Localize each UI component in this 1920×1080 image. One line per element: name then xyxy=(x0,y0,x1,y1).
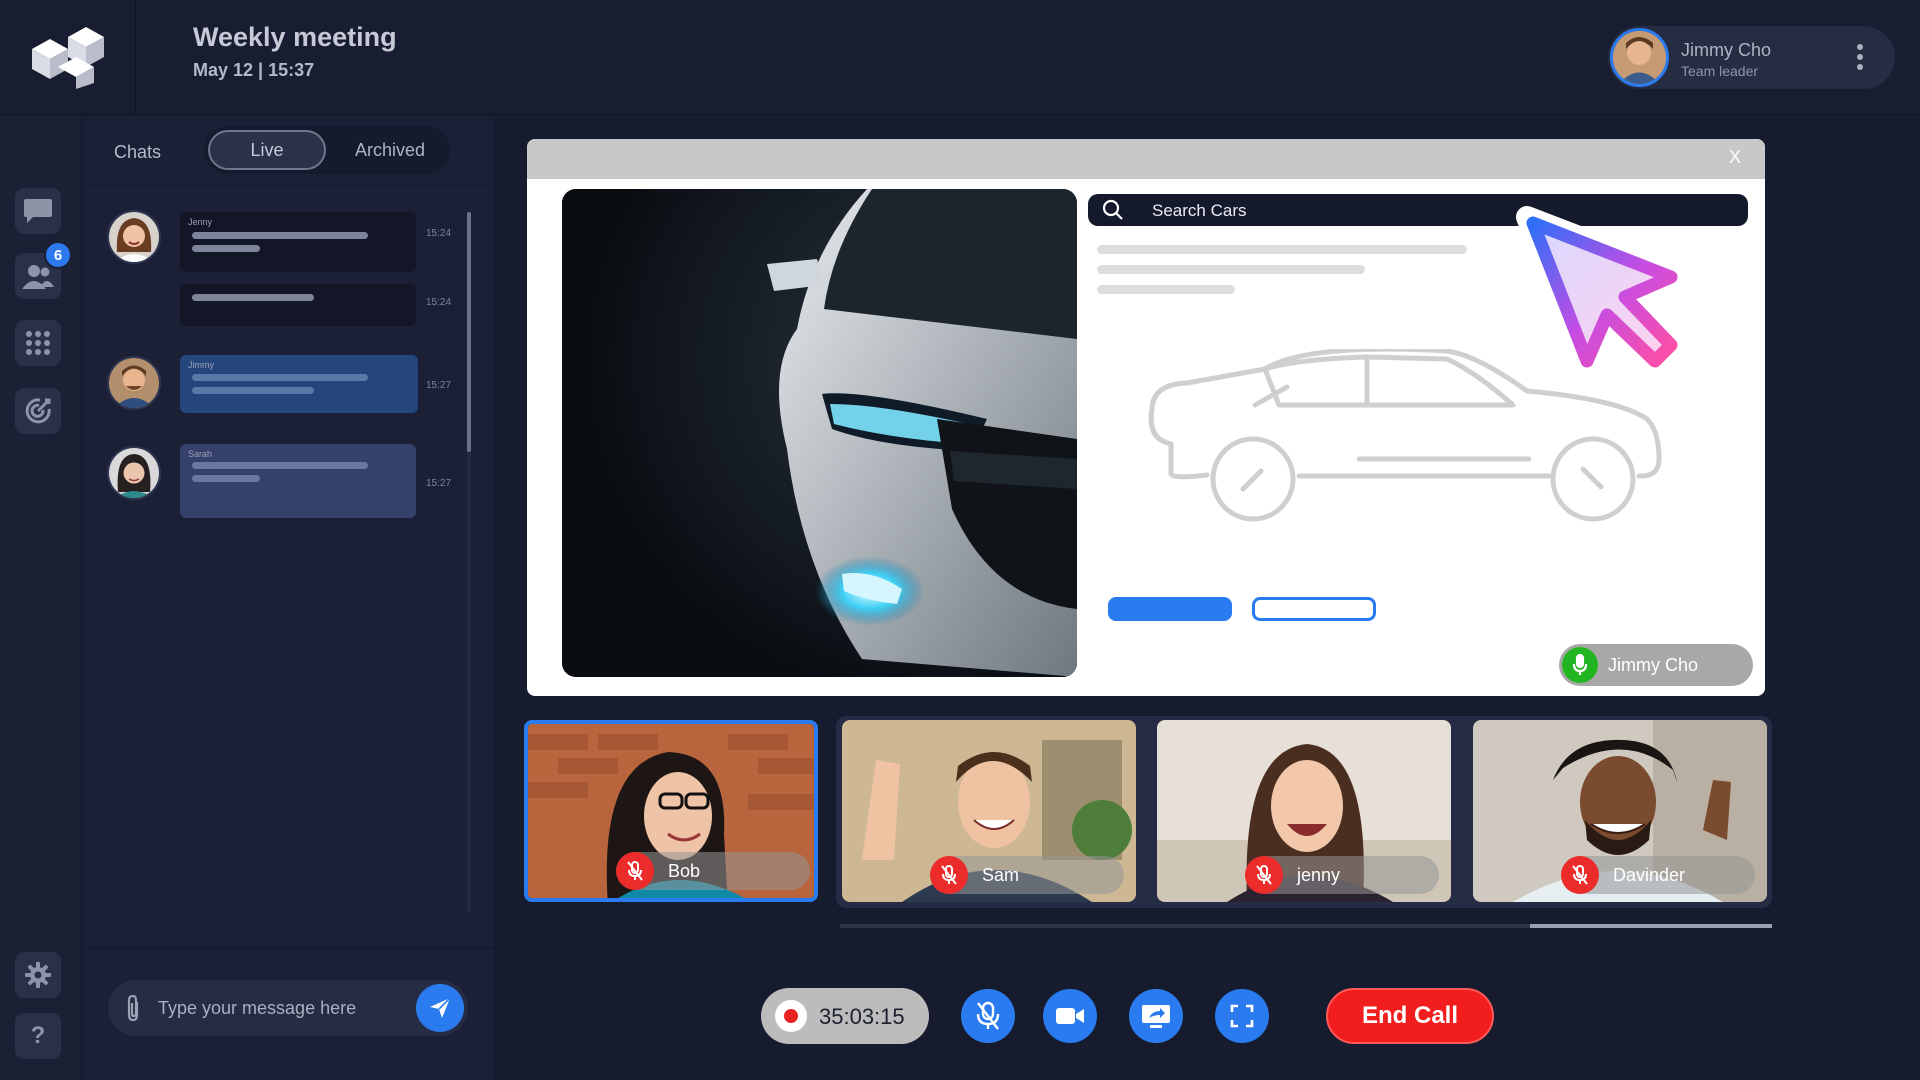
shared-screen-titlebar: X xyxy=(527,139,1765,179)
chat-filter-toggle: Live Archived xyxy=(204,126,450,174)
gear-icon xyxy=(25,962,51,988)
message-sender: Jimmy xyxy=(188,360,214,370)
bottom-divider xyxy=(494,948,1920,949)
screen-share-button[interactable] xyxy=(1129,989,1183,1043)
attach-button[interactable] xyxy=(124,994,142,1027)
meeting-title: Weekly meeting xyxy=(193,22,397,52)
composer-area: Type your message here xyxy=(82,948,494,1080)
participant-tile[interactable]: Bob xyxy=(524,720,818,902)
active-speaker-name: Jimmy Cho xyxy=(1608,655,1699,675)
send-button[interactable] xyxy=(416,984,464,1032)
participant-tile[interactable]: Sam xyxy=(842,720,1136,902)
participants-scrollbar[interactable] xyxy=(840,924,1772,928)
tab-live[interactable]: Live xyxy=(208,130,326,170)
participant-name: Davinder xyxy=(1613,865,1686,885)
participant-name: Bob xyxy=(668,861,701,881)
fullscreen-button[interactable] xyxy=(1215,989,1269,1043)
participant-label: Sam xyxy=(930,856,1124,894)
chat-icon xyxy=(24,199,52,223)
mic-on-icon xyxy=(1562,647,1598,683)
tab-archived[interactable]: Archived xyxy=(340,130,440,170)
placeholder-line xyxy=(1097,245,1467,254)
rail-chat-button[interactable] xyxy=(15,188,61,234)
avatar-sarah[interactable] xyxy=(107,446,161,500)
user-name: Jimmy Cho xyxy=(1681,40,1772,60)
message-bubble[interactable]: Jimmy xyxy=(180,355,418,413)
message-bubble[interactable]: Sarah xyxy=(180,444,416,518)
car-photo xyxy=(562,189,1077,677)
end-call-button[interactable]: End Call xyxy=(1326,988,1494,1044)
screen-share-icon xyxy=(1142,1005,1170,1028)
mic-muted-icon[interactable] xyxy=(1245,856,1283,894)
rail-help-button[interactable]: ? xyxy=(15,1013,61,1059)
close-icon[interactable]: X xyxy=(1729,147,1741,168)
tab-chats[interactable]: Chats xyxy=(114,142,161,163)
participant-name: jenny xyxy=(1297,865,1341,885)
user-avatar[interactable] xyxy=(1610,28,1669,87)
avatar-jimmy[interactable] xyxy=(107,356,161,410)
help-icon: ? xyxy=(30,1022,46,1049)
message-bubble[interactable]: Jenny xyxy=(180,212,416,272)
participant-name: Sam xyxy=(982,865,1020,885)
chat-scrollbar[interactable] xyxy=(467,212,471,912)
participant-tile[interactable]: Davinder xyxy=(1473,720,1767,902)
active-speaker-tag: Jimmy Cho xyxy=(1559,644,1753,686)
secondary-placeholder-button[interactable] xyxy=(1252,597,1376,621)
message-time: 15:24 xyxy=(426,228,452,239)
top-bar: Weekly meeting May 12 | 15:37 Jimmy Cho … xyxy=(0,0,1920,115)
participant-label: Bob xyxy=(616,852,810,890)
meeting-date-time: May 12 | 15:37 xyxy=(193,60,315,80)
mic-muted-icon[interactable] xyxy=(930,856,968,894)
user-profile-card[interactable]: Jimmy Cho Team leader xyxy=(1608,26,1895,89)
mic-muted-icon[interactable] xyxy=(1561,856,1599,894)
mic-muted-icon[interactable] xyxy=(616,852,654,890)
call-timer: 35:03:15 xyxy=(819,1004,905,1029)
message-sender: Jenny xyxy=(188,217,213,227)
mute-button[interactable] xyxy=(961,989,1015,1043)
chat-scrollbar-thumb[interactable] xyxy=(467,212,471,452)
video-camera-icon xyxy=(1056,1008,1084,1024)
fullscreen-icon xyxy=(1230,1004,1254,1028)
participants-scrollbar-thumb[interactable] xyxy=(1530,924,1772,928)
participant-tile[interactable]: jenny xyxy=(1157,720,1451,902)
logo-icon xyxy=(31,26,104,89)
camera-button[interactable] xyxy=(1043,989,1097,1043)
participant-label: jenny xyxy=(1245,856,1439,894)
rail-dialpad-button[interactable] xyxy=(15,320,61,366)
target-icon xyxy=(25,398,51,424)
message-time: 15:27 xyxy=(426,478,452,489)
dialpad-icon xyxy=(26,331,50,355)
paperclip-icon xyxy=(127,994,139,1022)
contacts-icon xyxy=(22,265,54,289)
more-options-icon[interactable] xyxy=(1857,44,1863,70)
rail-settings-button[interactable] xyxy=(15,952,61,998)
placeholder-line xyxy=(1097,285,1235,294)
message-time: 15:27 xyxy=(426,380,452,391)
search-icon xyxy=(1102,199,1124,226)
message-bubble[interactable] xyxy=(180,284,416,326)
participant-label: Davinder xyxy=(1561,856,1755,894)
message-input[interactable]: Type your message here xyxy=(158,998,356,1019)
app-logo[interactable] xyxy=(0,0,136,115)
message-sender: Sarah xyxy=(188,449,213,459)
cursor-arrow-icon xyxy=(1516,206,1694,384)
mic-off-icon xyxy=(976,1001,1000,1030)
user-role: Team leader xyxy=(1681,63,1759,79)
message-composer[interactable]: Type your message here xyxy=(108,980,468,1036)
chat-tabs: Chats Live Archived xyxy=(82,116,494,186)
primary-placeholder-button[interactable] xyxy=(1108,597,1232,621)
placeholder-line xyxy=(1097,265,1365,274)
message-time: 15:24 xyxy=(426,297,452,308)
chat-panel: Chats Live Archived Jenny 15:24 15:24 Ji… xyxy=(82,116,494,1080)
recording-timer[interactable]: 35:03:15 xyxy=(761,988,929,1044)
rail-target-button[interactable] xyxy=(15,388,61,434)
contacts-badge: 6 xyxy=(44,241,72,269)
avatar-jenny[interactable] xyxy=(107,210,161,264)
search-input[interactable]: Search Cars xyxy=(1152,201,1246,221)
send-icon xyxy=(430,997,451,1018)
record-icon xyxy=(775,1000,807,1032)
